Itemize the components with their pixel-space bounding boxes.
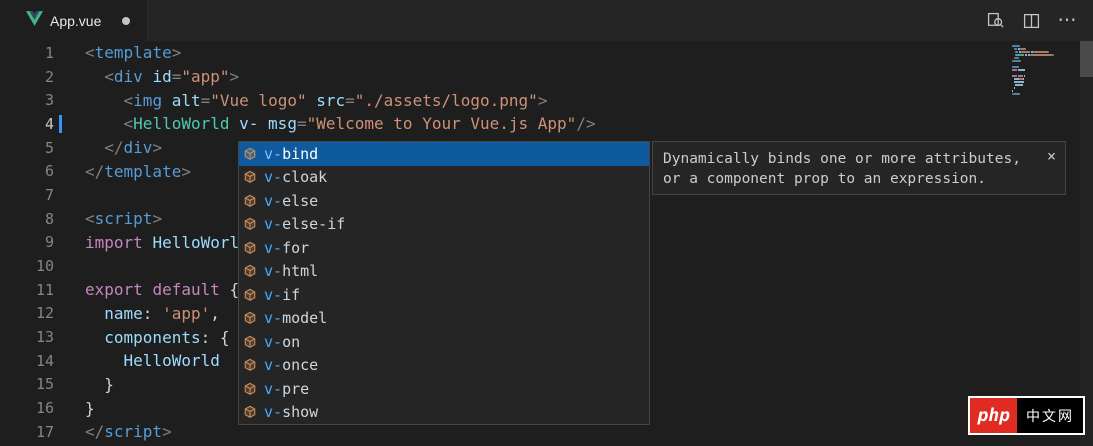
code-text: HelloWorld xyxy=(123,351,220,371)
line-number[interactable]: 8 xyxy=(0,210,54,228)
line-number[interactable]: 14 xyxy=(0,352,54,370)
line-number[interactable]: 1 xyxy=(0,44,54,62)
code-text: <template> xyxy=(85,43,182,63)
line-number[interactable]: 16 xyxy=(0,399,54,417)
suggestion-label: v-else-if xyxy=(264,215,346,234)
property-icon xyxy=(243,382,258,396)
scrollbar-thumb[interactable] xyxy=(1080,41,1093,77)
editor[interactable]: 1 <template> 2 <div id="app"> 3 <img alt="V… xyxy=(0,41,1093,446)
suggest-doc-text: Dynamically binds one or more attributes… xyxy=(663,151,1021,187)
suggestion-label: v-once xyxy=(264,356,319,375)
code-text: </template> xyxy=(85,161,191,181)
property-icon xyxy=(243,358,258,372)
tab-bar: App.vue ⋯ xyxy=(0,0,1093,41)
suggestion-label: v-pre xyxy=(264,379,310,398)
line-number[interactable]: 10 xyxy=(0,257,54,275)
line-number[interactable]: 11 xyxy=(0,281,54,299)
suggest-widget: v-bind v-cloak v-else v-else-if v-for v-html v… xyxy=(238,141,650,425)
suggestion-label: v-bind xyxy=(264,144,319,163)
code-text: import HelloWorl xyxy=(85,232,240,252)
suggestion-label: v-for xyxy=(264,238,310,257)
suggestion-label: v-model xyxy=(264,309,328,328)
php-cn-watermark: php 中文网 xyxy=(968,396,1085,435)
suggestion-item[interactable]: v-for xyxy=(239,236,649,260)
property-icon xyxy=(243,194,258,208)
line-number[interactable]: 12 xyxy=(0,304,54,322)
line-number[interactable]: 13 xyxy=(0,328,54,346)
suggest-doc-popup: Dynamically binds one or more attributes… xyxy=(652,141,1066,195)
code-text: <img alt="Vue logo" src="./assets/logo.p… xyxy=(123,90,548,110)
code-text: } xyxy=(85,398,95,418)
close-icon[interactable]: × xyxy=(1047,146,1056,166)
code-text: export default { xyxy=(85,280,240,300)
watermark-php-logo: php xyxy=(970,398,1017,433)
line-number[interactable]: 4 xyxy=(0,115,54,133)
line-number[interactable]: 6 xyxy=(0,162,54,180)
suggestion-item[interactable]: v-model xyxy=(239,307,649,331)
watermark-cn-text: 中文网 xyxy=(1017,398,1083,433)
editor-actions: ⋯ xyxy=(985,0,1093,41)
suggestion-label: v-html xyxy=(264,262,319,281)
suggestion-item[interactable]: v-else xyxy=(239,189,649,213)
more-actions-icon[interactable]: ⋯ xyxy=(1057,11,1077,31)
modified-indicator[interactable] xyxy=(122,16,131,25)
tab-app-vue[interactable]: App.vue xyxy=(0,0,148,41)
suggestion-item[interactable]: v-show xyxy=(239,401,649,425)
line-number[interactable]: 9 xyxy=(0,233,54,251)
code-text: </script> xyxy=(85,422,172,442)
suggestion-item[interactable]: v-on xyxy=(239,330,649,354)
code-text: } xyxy=(104,374,114,394)
vue-logo-icon xyxy=(25,10,43,31)
suggestion-item[interactable]: v-bind xyxy=(239,142,649,166)
suggestion-item[interactable]: v-if xyxy=(239,283,649,307)
suggestion-item[interactable]: v-cloak xyxy=(239,166,649,190)
property-icon xyxy=(243,311,258,325)
code-text: components: { xyxy=(104,327,230,347)
property-icon xyxy=(243,288,258,302)
line-number[interactable]: 7 xyxy=(0,186,54,204)
suggestion-label: v-if xyxy=(264,285,301,304)
property-icon xyxy=(243,335,258,349)
code-line[interactable]: 4 <HelloWorld v- msg="Welcome to Your Vu… xyxy=(0,112,1093,136)
suggestion-label: v-show xyxy=(264,403,319,422)
suggest-list: v-bind v-cloak v-else v-else-if v-for v-html v… xyxy=(239,142,649,424)
property-icon xyxy=(243,170,258,184)
property-icon xyxy=(243,147,258,161)
property-icon xyxy=(243,264,258,278)
line-number[interactable]: 17 xyxy=(0,423,54,441)
tab-title: App.vue xyxy=(50,12,102,29)
code-text: </div> xyxy=(104,138,163,158)
property-icon xyxy=(243,241,258,255)
suggestion-label: v-else xyxy=(264,191,319,210)
suggestion-item[interactable]: v-once xyxy=(239,354,649,378)
line-number[interactable]: 3 xyxy=(0,91,54,109)
line-number[interactable]: 2 xyxy=(0,68,54,86)
code-line[interactable]: 1 <template> xyxy=(0,41,1093,65)
suggestion-item[interactable]: v-html xyxy=(239,260,649,284)
code-text: <div id="app"> xyxy=(104,67,240,87)
open-preview-icon[interactable] xyxy=(985,11,1005,31)
split-editor-icon[interactable] xyxy=(1021,11,1041,31)
current-line-marker xyxy=(59,115,62,134)
property-icon xyxy=(243,405,258,419)
code-text: <script> xyxy=(85,209,163,229)
suggestion-item[interactable]: v-pre xyxy=(239,377,649,401)
minimap[interactable] xyxy=(1012,45,1076,96)
code-text: name: 'app', xyxy=(104,303,220,323)
property-icon xyxy=(243,217,258,231)
code-text: <HelloWorld v- msg="Welcome to Your Vue.… xyxy=(123,114,596,134)
code-line[interactable]: 2 <div id="app"> xyxy=(0,65,1093,89)
suggestion-label: v-cloak xyxy=(264,168,328,187)
line-number[interactable]: 5 xyxy=(0,139,54,157)
code-line[interactable]: 3 <img alt="Vue logo" src="./assets/logo… xyxy=(0,88,1093,112)
suggestion-label: v-on xyxy=(264,332,301,351)
scrollbar-track[interactable] xyxy=(1080,41,1093,446)
line-number[interactable]: 15 xyxy=(0,375,54,393)
suggestion-item[interactable]: v-else-if xyxy=(239,213,649,237)
